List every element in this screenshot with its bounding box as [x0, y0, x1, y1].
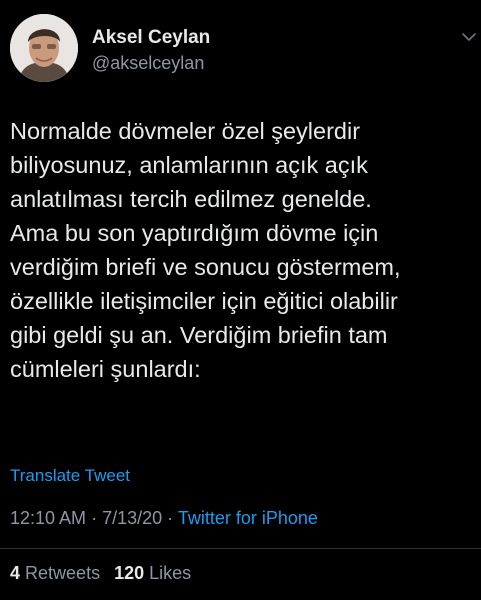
tweet-source-link[interactable]: Twitter for iPhone: [178, 508, 318, 528]
tweet-time: 12:10 AM: [10, 508, 87, 528]
tweet-date: 7/13/20: [102, 508, 163, 528]
divider: [0, 548, 481, 549]
meta-separator: ·: [91, 508, 98, 528]
likes-stat[interactable]: 120 Likes: [114, 563, 191, 583]
translate-tweet-link[interactable]: Translate Tweet: [10, 466, 130, 486]
tweet-metadata: 12:10 AM · 7/13/20 · Twitter for iPhone: [10, 508, 318, 529]
meta-separator: ·: [167, 508, 174, 528]
likes-label: Likes: [149, 563, 192, 583]
likes-count: 120: [114, 563, 145, 583]
retweets-label: Retweets: [25, 563, 101, 583]
author-handle[interactable]: @akselceylan: [92, 53, 204, 74]
tweet-text: Normalde dövmeler özel şeylerdir biliyos…: [10, 118, 401, 382]
retweets-stat[interactable]: 4 Retweets: [10, 563, 100, 583]
chevron-down-icon[interactable]: [462, 32, 476, 42]
profile-photo: [10, 14, 78, 82]
engagement-stats: 4 Retweets 120 Likes: [10, 563, 191, 584]
author-name[interactable]: Aksel Ceylan: [92, 27, 210, 49]
avatar[interactable]: [10, 14, 78, 82]
retweets-count: 4: [10, 563, 21, 583]
